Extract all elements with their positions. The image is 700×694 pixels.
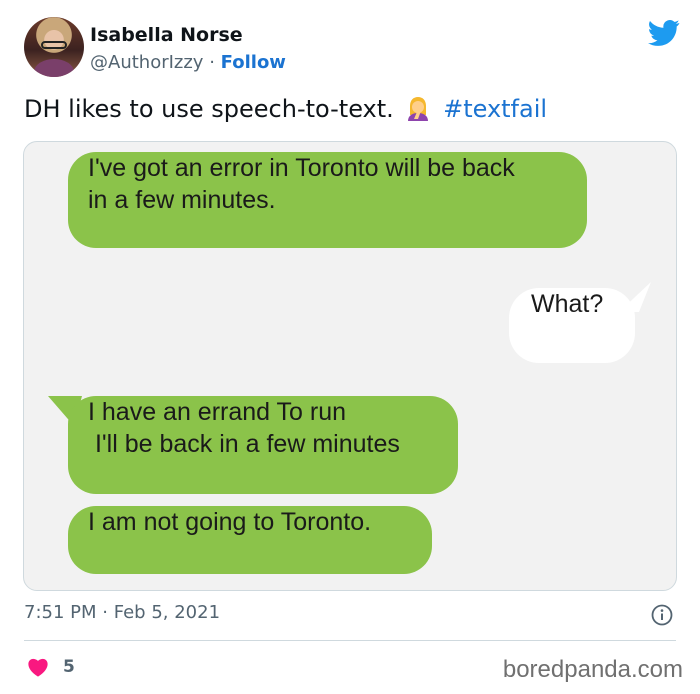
tweet-body: DH likes to use speech-to-text. — [24, 95, 394, 123]
message-bubble-sent: I have an errand To run I'll be back in … — [68, 396, 458, 494]
author-handle[interactable]: @AuthorIzzy — [90, 52, 203, 73]
tweet-time: 7:51 PM — [24, 602, 97, 623]
message-bubble-sent: I've got an error in Toronto will be bac… — [68, 152, 587, 248]
avatar-glasses — [41, 41, 67, 49]
message-bubble-received: What? — [509, 288, 635, 363]
watermark: boredpanda.com — [502, 656, 683, 683]
message-line: I'll be back in a few minutes — [88, 430, 400, 458]
message-line: I am not going to Toronto. — [88, 508, 372, 536]
message-line: What? — [531, 290, 604, 318]
timestamp-separator: · — [102, 602, 108, 623]
follow-button[interactable]: Follow — [221, 52, 286, 73]
tweet-timestamp[interactable]: 7:51 PM · Feb 5, 2021 — [24, 602, 220, 623]
message-line: in a few minutes. — [88, 186, 276, 214]
message-line: I've got an error in Toronto will be bac… — [88, 154, 515, 182]
author-name[interactable]: Isabella Norse — [90, 24, 243, 46]
like-action[interactable]: 5 — [27, 654, 75, 680]
tweet-header: Isabella Norse @AuthorIzzy · Follow — [24, 17, 680, 81]
heart-icon[interactable] — [27, 657, 49, 677]
avatar-torso — [34, 59, 74, 77]
author-handle-row: @AuthorIzzy · Follow — [90, 52, 286, 73]
twitter-bird-icon[interactable] — [648, 19, 680, 47]
message-line: I have an errand To run — [88, 398, 347, 426]
message-bubble-sent: I am not going to Toronto. — [68, 506, 432, 574]
hashtag-link[interactable]: #textfail — [443, 95, 547, 123]
tweet-text: DH likes to use speech-to-text. #textfai… — [24, 95, 547, 123]
tweet-date: Feb 5, 2021 — [113, 602, 221, 623]
handle-separator: · — [209, 52, 215, 73]
avatar[interactable] — [24, 17, 84, 77]
like-count: 5 — [63, 657, 75, 677]
woman-facepalming-emoji — [408, 97, 429, 121]
divider — [24, 640, 676, 641]
tweet-media-screenshot[interactable]: I've got an error in Toronto will be bac… — [23, 141, 677, 591]
info-icon[interactable] — [651, 604, 673, 626]
